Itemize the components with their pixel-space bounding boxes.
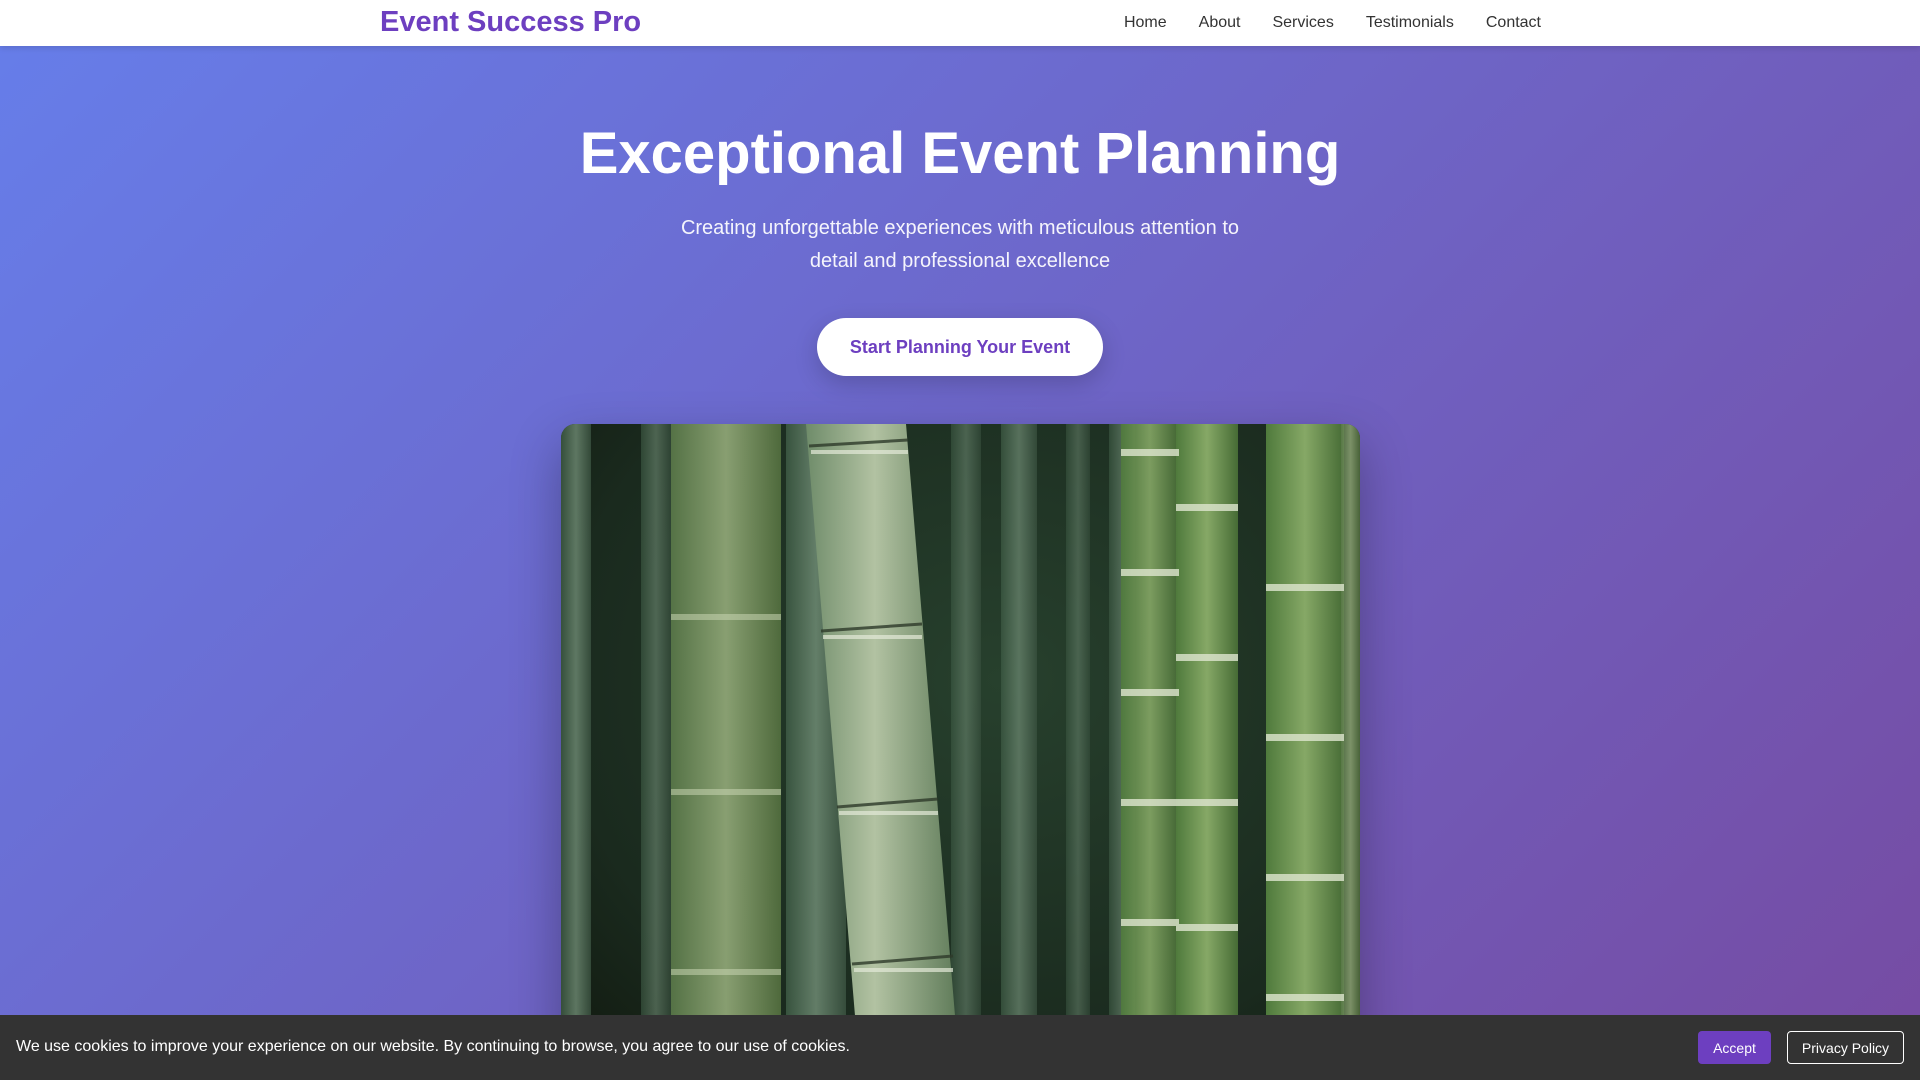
hero-title: Exceptional Event Planning bbox=[579, 121, 1341, 186]
nav-link-home[interactable]: Home bbox=[1124, 14, 1167, 32]
start-planning-button[interactable]: Start Planning Your Event bbox=[817, 318, 1103, 376]
cookie-banner: We use cookies to improve your experienc… bbox=[0, 1015, 1920, 1080]
brand-logo-link[interactable]: Event Success Pro bbox=[380, 6, 641, 39]
cookie-message: We use cookies to improve your experienc… bbox=[16, 1038, 850, 1055]
nav-link-about[interactable]: About bbox=[1199, 14, 1241, 32]
nav-links: Home About Services Testimonials Contact bbox=[1124, 0, 1541, 46]
privacy-policy-button[interactable]: Privacy Policy bbox=[1787, 1031, 1904, 1064]
nav-link-contact[interactable]: Contact bbox=[1486, 14, 1541, 32]
hero-bamboo-image bbox=[561, 424, 1360, 1064]
top-navbar: Event Success Pro Home About Services Te… bbox=[0, 0, 1920, 46]
hero-subtitle: Creating unforgettable experiences with … bbox=[680, 217, 1240, 272]
nav-link-services[interactable]: Services bbox=[1272, 14, 1333, 32]
accept-cookies-button[interactable]: Accept bbox=[1698, 1031, 1771, 1064]
nav-link-testimonials[interactable]: Testimonials bbox=[1366, 14, 1454, 32]
